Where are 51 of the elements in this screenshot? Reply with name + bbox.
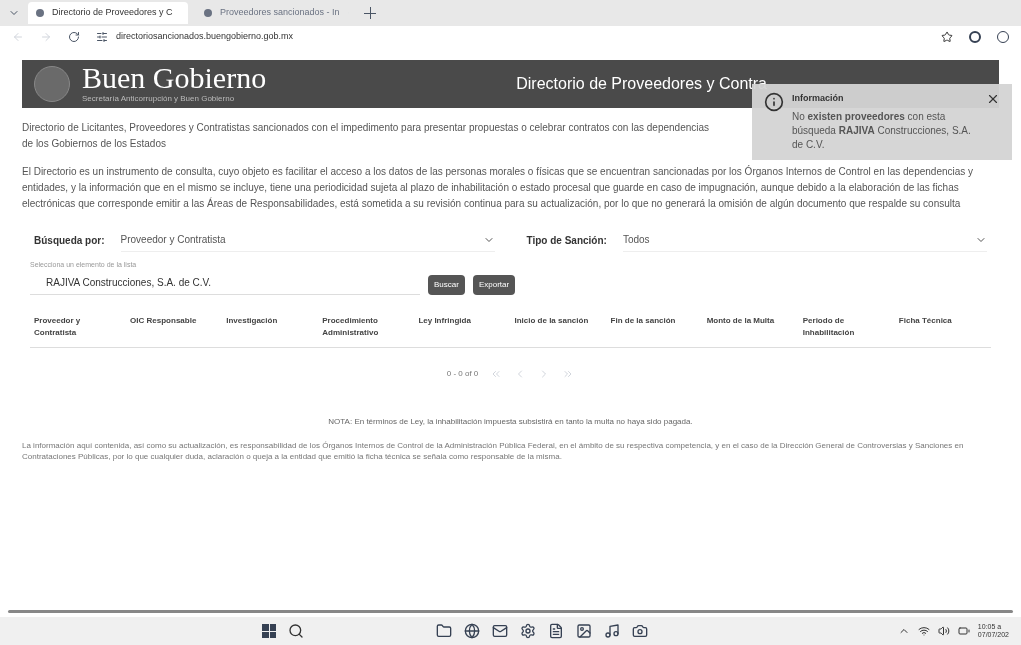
note-text: NOTA: En términos de Ley, la inhabilitación impuesta subsistirá en tanto la multa no haya sido pagada.: [327, 415, 694, 428]
column-header[interactable]: Ley Infringida: [414, 314, 511, 339]
taskbar-app-icon[interactable]: [604, 623, 620, 639]
toast-title: Información: [792, 92, 845, 105]
start-icon[interactable]: [262, 624, 276, 638]
profile-icon[interactable]: [969, 31, 981, 43]
column-header[interactable]: Investigación: [222, 314, 319, 339]
action-button[interactable]: Exportar: [472, 274, 516, 295]
column-header[interactable]: Procedimiento Administrativo: [318, 314, 415, 339]
intro-paragraph: El Directorio es un instrumento de consulta, cuyo objeto es facilitar el acceso a los datos de las personas morales o físicas que se encuentran sancionadas por los Órganos Internos de Control en las dependencias y entidades, y la información que en el mismo se incluye, tiene una periodicidad sujeta al plazo de inhabilitación o estado procesal que guarde en caso de impugnación, aunque debido a la elaboración de las fichas electrónicas que corresponde emitir a las Áreas de Responsabilidades, está sometida a su revisión continua para su actualización, por lo que no generará la omisión de algún documento que respalde su consulta: [22, 164, 975, 211]
pagination-range: 0 - 0 of 0: [446, 367, 479, 380]
close-icon[interactable]: [986, 92, 1000, 106]
taskbar-app-icon[interactable]: [436, 623, 452, 639]
disclaimer-text: La información aquí contenida, así como su actualización, es responsabilidad de los Órganos Internos de Control de la Administración Pública Federal, en el ámbito de su respectiva competencia, y en el caso de la Dirección General de Controversias y Sanciones en Contrataciones Públicas, por lo que cualquier duda, aclaración o queja a la entidad que emitió la ficha técnica se señala como responsable de la misma.: [21, 439, 965, 462]
battery-icon[interactable]: [957, 625, 970, 637]
favicon-icon: [204, 9, 212, 17]
column-header[interactable]: OIC Responsable: [126, 314, 223, 339]
favicon-icon: [36, 9, 44, 17]
reload-icon[interactable]: [68, 31, 80, 43]
address-bar[interactable]: directoriosancionados.buengobierno.gob.mx: [96, 30, 925, 44]
taskbar-app-icon[interactable]: [464, 623, 480, 639]
site-subtitle: Secretaría Anticorrupción y Buen Gobierno: [82, 93, 236, 105]
info-icon: [764, 92, 784, 112]
emblem-icon: [34, 66, 70, 102]
column-header[interactable]: Ficha Técnica: [894, 314, 991, 339]
filter-select[interactable]: Todos: [622, 228, 987, 252]
filter-label: Búsqueda por:: [34, 233, 105, 248]
intro-line: de los Gobiernos de los Estados: [22, 137, 166, 151]
search-icon[interactable]: [288, 623, 304, 639]
volume-icon[interactable]: [937, 625, 950, 637]
intro-line: Directorio de Licitantes, Proveedores y Contratistas sancionados con el impedimento para presentar propuestas o celebrar contratos con las dependencias: [22, 121, 710, 135]
taskbar-app-icon[interactable]: [548, 623, 564, 639]
column-header[interactable]: Inicio de la sanción: [510, 314, 607, 339]
taskbar-app-icon[interactable]: [576, 623, 592, 639]
column-header[interactable]: Fin de la sanción: [606, 314, 703, 339]
site-logo: Buen Gobierno: [82, 63, 267, 93]
column-header[interactable]: Monto de la Multa: [702, 314, 799, 339]
column-header[interactable]: Periodo de Inhabilitación: [798, 314, 895, 339]
wifi-icon[interactable]: [917, 625, 930, 637]
taskbar-app-icon[interactable]: [492, 623, 508, 639]
toast-message: No existen proveedores con esta búsqueda RAJIVA Construcciones, S.A. de C.V.: [792, 109, 972, 152]
taskbar-app-icon[interactable]: [632, 623, 648, 639]
browser-tab[interactable]: Directorio de Proveedores y C: [28, 2, 188, 24]
column-header[interactable]: Proveedor y Contratista: [30, 314, 127, 339]
filter-label: Tipo de Sanción:: [526, 233, 607, 248]
new-tab-icon[interactable]: [364, 7, 376, 19]
scrollbar[interactable]: [8, 610, 1013, 613]
action-button[interactable]: Buscar: [428, 274, 465, 295]
taskbar-app-icon[interactable]: [520, 623, 536, 639]
bookmark-icon[interactable]: [941, 31, 953, 43]
filter-select[interactable]: Proveedor y Contratista: [120, 228, 495, 252]
